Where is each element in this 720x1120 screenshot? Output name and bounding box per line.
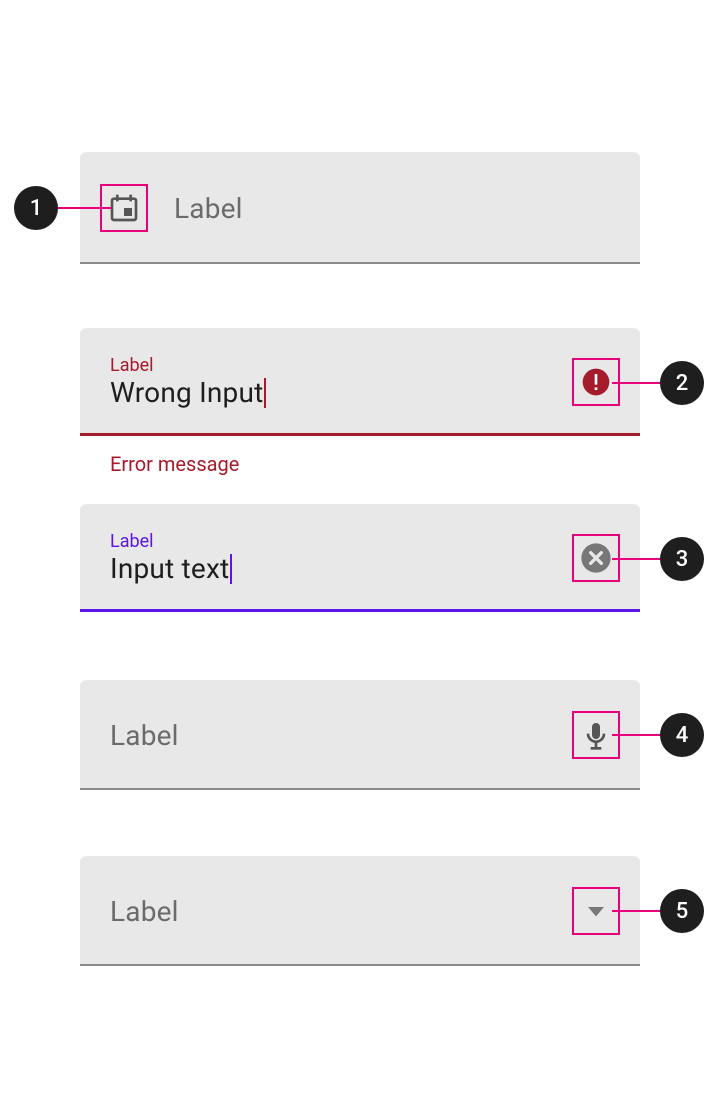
text-caret bbox=[230, 554, 232, 584]
callout-badge-3: 3 bbox=[660, 537, 704, 581]
callout-leader bbox=[612, 910, 662, 912]
text-field-leading-icon[interactable]: Label bbox=[80, 152, 640, 264]
callout-leader bbox=[56, 207, 112, 209]
callout-badge-1: 1 bbox=[14, 186, 58, 230]
field-value: Wrong Input bbox=[110, 376, 572, 410]
text-caret bbox=[264, 378, 266, 408]
text-field-error[interactable]: Label Wrong Input bbox=[80, 328, 640, 436]
field-label: Label bbox=[110, 719, 179, 752]
text-field-voice[interactable]: Label bbox=[80, 680, 640, 790]
callout-leader bbox=[612, 558, 662, 560]
text-field-dropdown[interactable]: Label bbox=[80, 856, 640, 966]
text-field-focused[interactable]: Label Input text bbox=[80, 504, 640, 612]
field-label: Label bbox=[174, 192, 243, 225]
field-label: Label bbox=[110, 895, 179, 928]
field-label: Label bbox=[110, 356, 572, 376]
callout-badge-2: 2 bbox=[660, 361, 704, 405]
error-helper-text: Error message bbox=[110, 452, 239, 476]
callout-leader bbox=[612, 734, 662, 736]
callout-badge-5: 5 bbox=[660, 889, 704, 933]
field-label: Label bbox=[110, 532, 572, 552]
callout-leader bbox=[612, 382, 662, 384]
callout-badge-4: 4 bbox=[660, 713, 704, 757]
field-value: Input text bbox=[110, 552, 572, 586]
